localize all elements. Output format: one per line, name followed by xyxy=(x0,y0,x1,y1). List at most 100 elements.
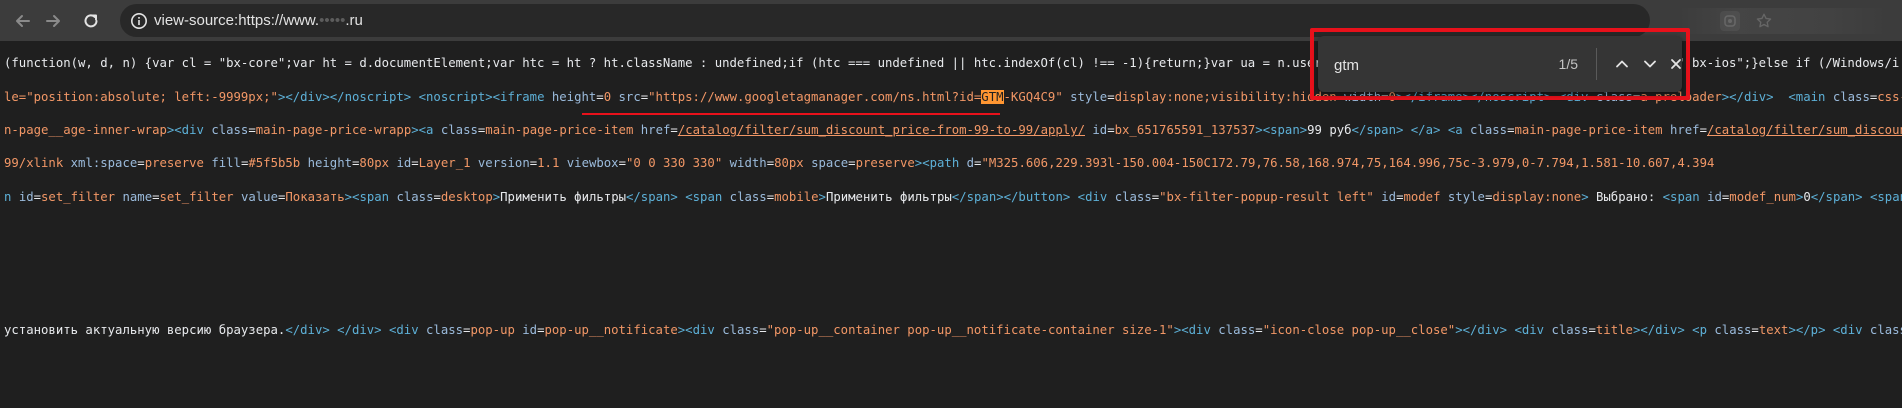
source-attr-value: n-page__age-inner-wrap xyxy=(4,123,167,137)
source-attr-value: preserve xyxy=(144,156,204,170)
source-tag: <div xyxy=(1832,323,1863,337)
source-text: = xyxy=(766,190,775,204)
source-attr-name: name xyxy=(122,190,153,204)
source-text: 0 xyxy=(1803,190,1811,204)
source-attr-name: id xyxy=(522,323,538,337)
source-text xyxy=(1863,190,1870,204)
source-tag: ></div> xyxy=(1455,323,1508,337)
source-text xyxy=(804,156,811,170)
source-attr-value: -KGQ4C9" xyxy=(1003,90,1063,104)
source-attr-name: class xyxy=(1869,323,1902,337)
source-attr-name: class xyxy=(440,123,478,137)
source-line: установить актуальную версию браузера. </… xyxy=(4,321,1902,339)
source-text xyxy=(1825,90,1832,104)
url-redacted: ••••• xyxy=(319,12,346,29)
source-tag: <div xyxy=(1514,323,1545,337)
find-bar: 1/5 xyxy=(1318,36,1682,92)
source-attr-name: class xyxy=(426,323,464,337)
url-text: view-source:https://www.•••••.ru xyxy=(154,4,363,37)
source-text xyxy=(1663,123,1670,137)
source-text xyxy=(722,190,729,204)
source-text xyxy=(611,90,618,104)
source-text: = xyxy=(670,123,678,137)
source-link[interactable]: /catalog/filter/sum_discount_price-from-… xyxy=(678,123,1085,137)
source-attr-value: set_filter xyxy=(41,190,116,204)
source-text xyxy=(633,123,640,137)
source-attr-name: space xyxy=(811,156,849,170)
source-attr-value: modef_num xyxy=(1729,190,1796,204)
source-tag: <span xyxy=(1662,190,1700,204)
back-button[interactable] xyxy=(10,8,36,34)
source-tag: > xyxy=(818,190,826,204)
find-previous-button[interactable] xyxy=(1608,50,1636,78)
source-attr-value: desktop xyxy=(440,190,493,204)
source-attr-name: value xyxy=(240,190,278,204)
source-text: = xyxy=(766,156,775,170)
close-icon xyxy=(1671,59,1681,69)
source-text xyxy=(559,156,566,170)
source-text xyxy=(1403,123,1410,137)
source-tag: ><path xyxy=(914,156,960,170)
source-attr-value: "M325.606,229.393l-150.004-150C172.79,76… xyxy=(981,156,1715,170)
source-text: = xyxy=(759,323,767,337)
source-tag: <main xyxy=(1788,90,1826,104)
source-text xyxy=(433,123,440,137)
source-tag: ></div> xyxy=(1632,323,1685,337)
source-text: = xyxy=(411,156,419,170)
source-text: 99 руб xyxy=(1307,123,1352,137)
source-text xyxy=(1463,123,1470,137)
source-attr-name: class xyxy=(1218,323,1256,337)
source-attr-value: Показать xyxy=(285,190,345,204)
source-attr-value: preserve xyxy=(855,156,915,170)
source-tag: ><span> xyxy=(1255,123,1308,137)
source-tag: ><div xyxy=(677,323,715,337)
source-text xyxy=(1700,190,1707,204)
source-attr-value: text xyxy=(1758,323,1789,337)
source-line: n id=set_filter name=set_filter value=По… xyxy=(4,188,1902,206)
source-attr-value: Layer_1 xyxy=(418,156,471,170)
source-attr-value: set_filter xyxy=(159,190,234,204)
source-text xyxy=(300,156,307,170)
source-tag: > xyxy=(1581,190,1589,204)
source-tag: </a> xyxy=(1410,123,1441,137)
site-info-button[interactable] xyxy=(126,8,151,33)
source-tag: </span></button> xyxy=(951,190,1071,204)
source-attr-name: style xyxy=(1070,90,1108,104)
source-link[interactable]: /catalog/filter/sum_discount_price-fro xyxy=(1707,123,1902,137)
source-attr-name: height xyxy=(307,156,353,170)
source-text xyxy=(1825,323,1832,337)
find-next-button[interactable] xyxy=(1636,50,1664,78)
source-tag: </span> xyxy=(1810,190,1863,204)
source-attr-name: version xyxy=(477,156,530,170)
source-attr-name: fill xyxy=(211,156,241,170)
source-text: = xyxy=(1751,323,1759,337)
source-attr-name: id xyxy=(1381,190,1397,204)
reload-button[interactable] xyxy=(78,8,104,34)
forward-button[interactable] xyxy=(40,8,66,34)
source-tag: </div> xyxy=(337,323,382,337)
info-icon xyxy=(130,12,147,29)
source-tag: ><span xyxy=(344,190,390,204)
source-attr-value: main-page-price-item xyxy=(485,123,634,137)
source-attr-name: class xyxy=(1470,123,1508,137)
source-attr-name: class xyxy=(396,190,434,204)
source-tag: ></div></noscript> xyxy=(277,90,412,104)
find-close-button[interactable] xyxy=(1664,50,1688,78)
source-attr-value: mobile xyxy=(774,190,819,204)
source-attr-name: class xyxy=(211,123,249,137)
source-attr-name: width xyxy=(729,156,767,170)
source-attr-name: style xyxy=(1447,190,1485,204)
source-text: = xyxy=(33,190,42,204)
source-tag: <p xyxy=(1692,323,1707,337)
source-tag: <span xyxy=(1869,190,1902,204)
source-text: = xyxy=(1255,323,1263,337)
source-attr-value: "icon-close pop-up__close" xyxy=(1262,323,1456,337)
source-attr-value: main-page-price-wrapp xyxy=(255,123,412,137)
source-attr-name: id xyxy=(1707,190,1722,204)
source-attr-value: "bx-filter-popup-result left" xyxy=(1159,190,1374,204)
source-text xyxy=(1863,323,1870,337)
source-tag: ><div xyxy=(166,123,204,137)
source-text: установить актуальную версию браузера. xyxy=(4,323,286,337)
source-tag: ></p> xyxy=(1788,323,1826,337)
source-attr-value: main-page-price-item xyxy=(1514,123,1663,137)
